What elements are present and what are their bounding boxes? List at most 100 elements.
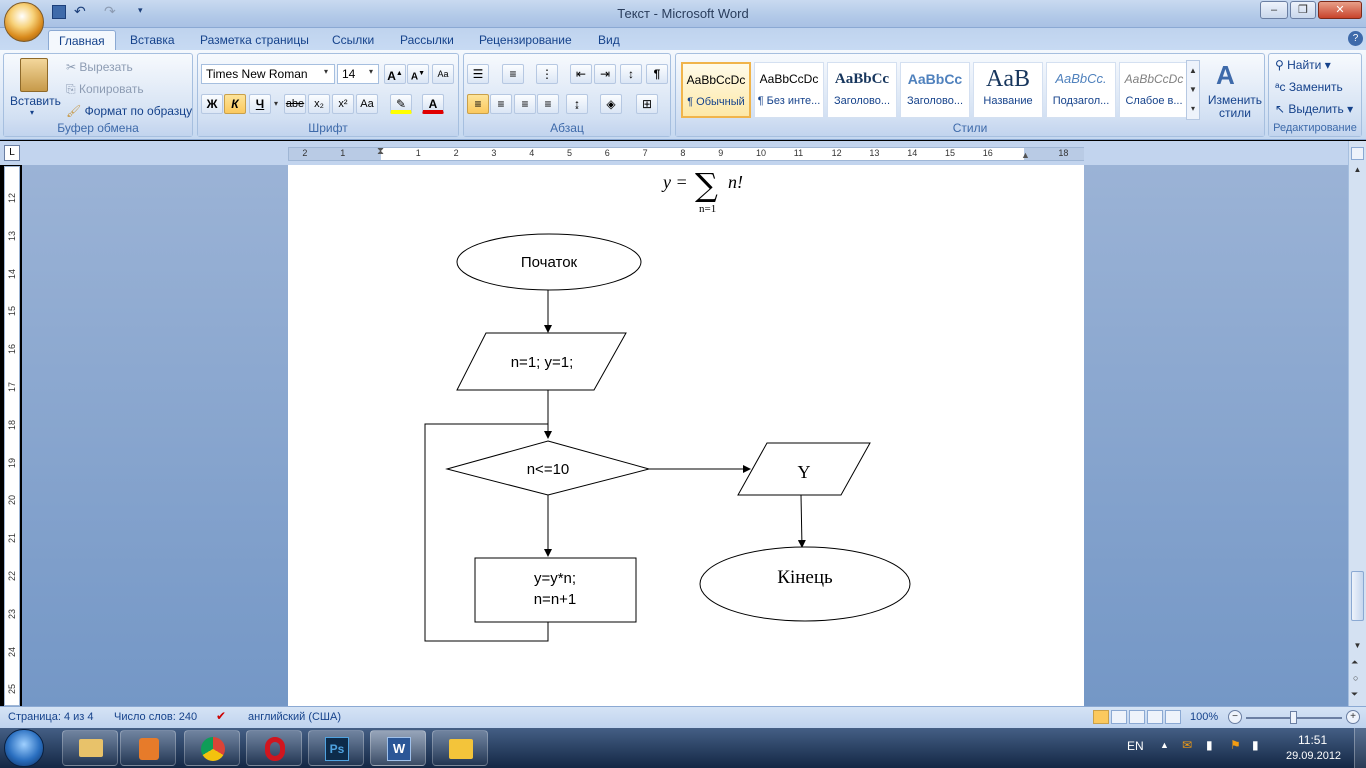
minimize-button[interactable]: – xyxy=(1260,1,1288,19)
style-no-spacing[interactable]: AaBbCcDc ¶ Без инте... xyxy=(754,62,824,118)
tray-flag-icon[interactable]: ⚑ xyxy=(1230,738,1241,752)
clear-format-icon[interactable]: Aa xyxy=(432,64,454,84)
replace-button[interactable]: ᵃc Заменить xyxy=(1275,80,1343,94)
tray-power-icon[interactable]: ▮ xyxy=(1206,738,1213,752)
cut-button[interactable]: ✂ Вырезать xyxy=(66,60,133,74)
change-styles-button[interactable]: Изменить стили xyxy=(1206,94,1264,120)
tray-time[interactable]: 11:51 xyxy=(1298,733,1327,747)
strikethrough-button[interactable]: abe xyxy=(284,94,306,114)
taskbar-word-icon[interactable]: W xyxy=(370,730,426,766)
change-styles-icon[interactable]: A xyxy=(1216,60,1235,91)
underline-dropdown-icon[interactable]: ▾ xyxy=(274,99,278,108)
zoom-level[interactable]: 100% xyxy=(1190,711,1218,723)
tab-view[interactable]: Вид xyxy=(588,30,630,50)
word-count[interactable]: Число слов: 240 xyxy=(114,711,197,723)
format-painter-button[interactable]: 🖌 Формат по образцу xyxy=(66,104,192,118)
tab-selector-icon[interactable]: L xyxy=(4,145,20,161)
tray-language[interactable]: EN xyxy=(1127,739,1144,753)
tab-page-layout[interactable]: Разметка страницы xyxy=(190,30,319,50)
scroll-down-icon[interactable]: ▼ xyxy=(1351,641,1364,655)
zoom-slider-thumb[interactable] xyxy=(1290,711,1297,724)
bullets-icon[interactable]: ☰ xyxy=(467,64,489,84)
numbering-icon[interactable]: ≡ xyxy=(502,64,524,84)
font-name-dropdown-icon[interactable]: ▾ xyxy=(324,67,328,76)
tab-references[interactable]: Ссылки xyxy=(322,30,384,50)
view-outline-icon[interactable] xyxy=(1147,710,1163,724)
copy-button[interactable]: ⎘ Копировать xyxy=(66,82,144,97)
font-name-field[interactable]: Times New Roman xyxy=(201,64,335,84)
horizontal-ruler[interactable]: 2 1 1 2 3 4 5 6 7 8 9 10 11 12 13 14 15 16 18 ⧗ ▲ xyxy=(288,146,1084,161)
page-count[interactable]: Страница: 4 из 4 xyxy=(8,711,94,723)
change-case-button[interactable]: Aa xyxy=(356,94,378,114)
style-heading1[interactable]: AaBbCc Заголово... xyxy=(827,62,897,118)
view-print-layout-icon[interactable] xyxy=(1093,710,1109,724)
grow-font-icon[interactable]: A▲ xyxy=(384,64,406,84)
taskbar-opera-icon[interactable] xyxy=(246,730,302,766)
language-status[interactable]: английский (США) xyxy=(248,711,341,723)
styles-scroll[interactable]: ▲ ▼ ▾ xyxy=(1186,60,1200,120)
bold-button[interactable]: Ж xyxy=(201,94,223,114)
view-draft-icon[interactable] xyxy=(1165,710,1181,724)
style-normal[interactable]: AaBbCcDc ¶ Обычный xyxy=(681,62,751,118)
taskbar-explorer-icon[interactable] xyxy=(62,730,118,766)
browse-object-icon[interactable]: ○ xyxy=(1353,673,1358,683)
increase-indent-icon[interactable]: ⇥ xyxy=(594,64,616,84)
process-block[interactable] xyxy=(474,557,637,623)
paste-dropdown-icon[interactable]: ▾ xyxy=(30,108,34,117)
borders-icon[interactable]: ⊞ xyxy=(636,94,658,114)
style-subtle-emphasis[interactable]: AaBbCcDc Слабое в... xyxy=(1119,62,1189,118)
vertical-ruler[interactable]: 12 13 14 15 16 17 18 19 20 21 22 23 24 25 xyxy=(4,166,20,706)
style-title[interactable]: AaB Название xyxy=(973,62,1043,118)
prev-page-icon[interactable]: ⏶ xyxy=(1351,657,1358,668)
font-color-icon[interactable]: A xyxy=(422,94,444,114)
font-size-dropdown-icon[interactable]: ▾ xyxy=(369,67,373,76)
superscript-button[interactable]: x² xyxy=(332,94,354,114)
scroll-thumb[interactable] xyxy=(1351,571,1364,621)
tray-expand-icon[interactable]: ▲ xyxy=(1160,740,1169,750)
select-button[interactable]: ↖ Выделить ▾ xyxy=(1275,102,1353,116)
start-button[interactable] xyxy=(4,729,44,767)
line-spacing-icon[interactable]: ↨ xyxy=(566,94,588,114)
tray-network-icon[interactable]: ✉ xyxy=(1182,738,1192,752)
taskbar-photoshop-icon[interactable]: Ps xyxy=(308,730,364,766)
tray-date[interactable]: 29.09.2012 xyxy=(1286,750,1341,762)
taskbar-chrome-icon[interactable] xyxy=(184,730,240,766)
decrease-indent-icon[interactable]: ⇤ xyxy=(570,64,592,84)
italic-button[interactable]: К xyxy=(224,94,246,114)
show-marks-icon[interactable]: ¶ xyxy=(646,64,668,84)
sort-icon[interactable]: ↕ xyxy=(620,64,642,84)
tab-home[interactable]: Главная xyxy=(48,30,116,50)
zoom-out-icon[interactable]: − xyxy=(1228,710,1242,724)
taskbar-outlook-icon[interactable] xyxy=(432,730,488,766)
view-web-icon[interactable] xyxy=(1129,710,1145,724)
spellcheck-icon[interactable]: ✔ xyxy=(216,709,226,723)
underline-button[interactable]: Ч xyxy=(249,94,271,114)
close-button[interactable]: ✕ xyxy=(1318,1,1362,19)
office-button[interactable] xyxy=(4,2,44,42)
align-center-icon[interactable]: ≡ xyxy=(490,94,512,114)
taskbar-media-icon[interactable] xyxy=(120,730,176,766)
shrink-font-icon[interactable]: A▼ xyxy=(407,64,429,84)
zoom-in-icon[interactable]: + xyxy=(1346,710,1360,724)
document-page[interactable]: y = ∑ n! n=1 Початок n=1; y=1; n<=10 y=y… xyxy=(288,165,1084,706)
shading-icon[interactable]: ◈ xyxy=(600,94,622,114)
tray-signal-icon[interactable]: ▮ xyxy=(1252,738,1259,752)
align-left-icon[interactable]: ≡ xyxy=(467,94,489,114)
multilevel-list-icon[interactable]: ⋮ xyxy=(536,64,558,84)
view-fullscreen-icon[interactable] xyxy=(1111,710,1127,724)
subscript-button[interactable]: x₂ xyxy=(308,94,330,114)
tab-review[interactable]: Рецензирование xyxy=(469,30,582,50)
show-desktop-button[interactable] xyxy=(1354,728,1366,768)
justify-icon[interactable]: ≡ xyxy=(537,94,559,114)
maximize-button[interactable]: ❐ xyxy=(1290,1,1316,19)
highlight-icon[interactable]: ✎ xyxy=(390,94,412,114)
right-indent-marker-icon[interactable]: ▲ xyxy=(1021,150,1030,160)
align-right-icon[interactable]: ≡ xyxy=(514,94,536,114)
paste-icon[interactable] xyxy=(20,58,48,92)
paste-button[interactable]: Вставить xyxy=(10,94,61,108)
tab-mailings[interactable]: Рассылки xyxy=(390,30,464,50)
indent-marker-icon[interactable]: ⧗ xyxy=(377,146,384,157)
style-heading2[interactable]: AaBbCc Заголово... xyxy=(900,62,970,118)
find-button[interactable]: ⚲ Найти ▾ xyxy=(1275,58,1331,72)
scroll-up-icon[interactable]: ▲ xyxy=(1351,165,1364,179)
